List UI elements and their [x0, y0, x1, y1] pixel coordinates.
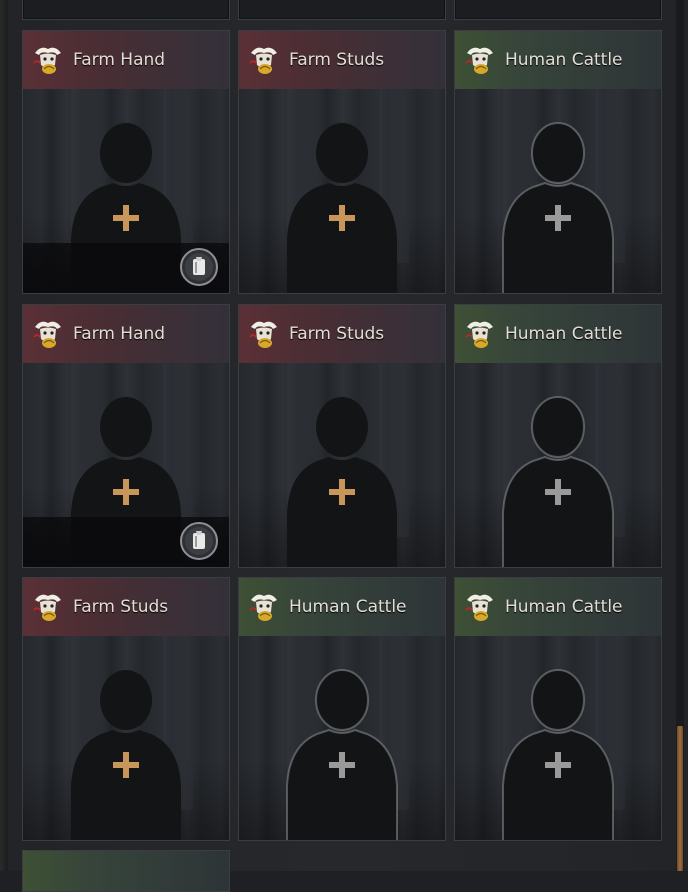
character-slot-card[interactable]: Farm Studs: [238, 30, 446, 294]
character-slot-card[interactable]: Farm Hand: [22, 30, 230, 294]
card-header: Human Cattle: [455, 578, 661, 636]
card-title: Farm Hand: [73, 50, 166, 70]
trait-badge-icon: [31, 43, 65, 77]
milk-bucket-coin-icon[interactable]: [179, 247, 219, 287]
empty-portrait[interactable]: [23, 363, 229, 567]
character-slot-card[interactable]: Farm Studs: [238, 304, 446, 568]
partial-card-top[interactable]: [22, 0, 230, 20]
partial-card-bottom[interactable]: [22, 850, 230, 892]
add-plus-icon[interactable]: [327, 750, 357, 780]
silhouette-placeholder: [239, 636, 445, 840]
card-title: Farm Studs: [289, 324, 385, 344]
trait-badge-icon: [247, 43, 281, 77]
add-plus-icon[interactable]: [327, 477, 357, 507]
add-plus-icon[interactable]: [111, 477, 141, 507]
character-slot-card[interactable]: Human Cattle: [238, 577, 446, 841]
panel-left-edge: [0, 0, 8, 871]
card-header: Human Cattle: [239, 578, 445, 636]
card-title: Farm Studs: [289, 50, 385, 70]
partial-card-top[interactable]: [454, 0, 662, 20]
empty-portrait[interactable]: [239, 363, 445, 567]
character-slot-card[interactable]: Human Cattle: [454, 30, 662, 294]
card-header: Farm Studs: [239, 31, 445, 89]
add-plus-icon[interactable]: [543, 203, 573, 233]
add-plus-icon[interactable]: [111, 203, 141, 233]
card-title: Farm Hand: [73, 324, 166, 344]
silhouette-placeholder: [239, 363, 445, 567]
card-header: Human Cattle: [455, 305, 661, 363]
card-title: Human Cattle: [505, 50, 623, 70]
card-title: Human Cattle: [289, 597, 407, 617]
empty-portrait[interactable]: [23, 89, 229, 293]
character-grid-panel: Farm Hand Farm Studs Human Cattle Farm Hand…: [0, 0, 688, 892]
card-header: [23, 851, 229, 891]
scrollbar-thumb[interactable]: [677, 726, 683, 871]
trait-badge-icon: [31, 590, 65, 624]
card-header: Farm Hand: [23, 31, 229, 89]
trait-badge-icon: [463, 317, 497, 351]
card-title: Farm Studs: [73, 597, 169, 617]
empty-portrait[interactable]: [239, 89, 445, 293]
add-plus-icon[interactable]: [327, 203, 357, 233]
silhouette-placeholder: [455, 89, 661, 293]
card-title: Human Cattle: [505, 597, 623, 617]
silhouette-placeholder: [455, 636, 661, 840]
trait-badge-icon: [31, 317, 65, 351]
empty-portrait[interactable]: [455, 89, 661, 293]
trait-badge-icon: [463, 43, 497, 77]
silhouette-placeholder: [239, 89, 445, 293]
character-slot-card[interactable]: Farm Studs: [22, 577, 230, 841]
add-plus-icon[interactable]: [543, 750, 573, 780]
empty-portrait[interactable]: [23, 636, 229, 840]
milk-bucket-coin-icon[interactable]: [179, 521, 219, 561]
silhouette-placeholder: [23, 636, 229, 840]
add-plus-icon[interactable]: [111, 750, 141, 780]
character-slot-card[interactable]: Farm Hand: [22, 304, 230, 568]
character-slot-card[interactable]: Human Cattle: [454, 577, 662, 841]
card-header: Human Cattle: [455, 31, 661, 89]
card-header: Farm Studs: [23, 578, 229, 636]
card-header: Farm Hand: [23, 305, 229, 363]
card-header: Farm Studs: [239, 305, 445, 363]
empty-portrait[interactable]: [239, 636, 445, 840]
card-title: Human Cattle: [505, 324, 623, 344]
empty-portrait[interactable]: [455, 636, 661, 840]
character-slot-card[interactable]: Human Cattle: [454, 304, 662, 568]
trait-badge-icon: [463, 590, 497, 624]
silhouette-placeholder: [455, 363, 661, 567]
trait-badge-icon: [247, 317, 281, 351]
add-plus-icon[interactable]: [543, 477, 573, 507]
partial-card-top[interactable]: [238, 0, 446, 20]
trait-badge-icon: [247, 590, 281, 624]
empty-portrait[interactable]: [455, 363, 661, 567]
